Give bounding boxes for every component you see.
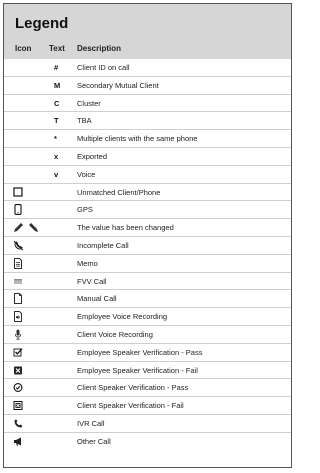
legend-panel: Legend Icon Text Description # Client ID… — [3, 3, 292, 468]
mobile-phone-icon — [13, 204, 37, 216]
row-description: Client ID on call — [77, 63, 130, 72]
row-description: Memo — [77, 258, 98, 268]
legend-row: x Exported — [4, 148, 291, 166]
row-description: Incomplete Call — [77, 240, 129, 250]
legend-row: FVV Call — [4, 273, 291, 291]
check-circle-icon — [13, 382, 37, 393]
row-description: Voice — [77, 169, 96, 179]
legend-row: Other Call — [4, 433, 291, 451]
row-text: T — [54, 116, 59, 126]
legend-row: GPS — [4, 201, 291, 220]
square-outline-icon — [13, 186, 37, 198]
row-description: Client Voice Recording — [77, 329, 153, 339]
legend-rows: # Client ID on call M Secondary Mutual C… — [4, 59, 291, 451]
legend-row: M Secondary Mutual Client — [4, 77, 291, 95]
legend-row: Incomplete Call — [4, 237, 291, 255]
column-header-description: Description — [77, 44, 122, 53]
cancelled-phone-icon — [13, 240, 37, 251]
legend-row: Client Speaker Verification - Fail — [4, 397, 291, 415]
blank-document-icon — [13, 293, 37, 305]
megaphone-icon — [13, 436, 37, 447]
row-description: FVV Call — [77, 276, 107, 286]
fvv-card-icon — [13, 276, 37, 287]
row-description: GPS — [77, 205, 93, 215]
phone-handset-icon — [13, 418, 37, 429]
column-headers: Icon Text Description — [4, 44, 291, 58]
row-text: x — [54, 151, 59, 161]
legend-row: Client Speaker Verification - Pass — [4, 379, 291, 398]
x-box-outline-icon — [13, 400, 37, 411]
pencil-icons — [13, 222, 38, 233]
row-description: TBA — [77, 116, 92, 126]
memo-document-icon — [13, 257, 37, 269]
legend-row: Manual Call — [4, 290, 291, 309]
row-description: Unmatched Client/Phone — [77, 187, 161, 197]
row-description: Employee Speaker Verification - Fail — [77, 365, 198, 375]
legend-row: Unmatched Client/Phone — [4, 184, 291, 202]
row-description: Client Speaker Verification - Fail — [77, 401, 184, 411]
row-description: IVR Call — [77, 418, 105, 428]
legend-row: Employee Speaker Verification - Fail — [4, 362, 291, 380]
row-description: Cluster — [77, 98, 101, 108]
x-box-icon — [13, 365, 37, 376]
column-header-icon: Icon — [15, 44, 32, 53]
row-description: The value has been changed — [77, 223, 174, 233]
legend-row: Client Voice Recording — [4, 326, 291, 344]
row-description: Secondary Mutual Client — [77, 80, 159, 90]
row-text: v — [54, 169, 59, 179]
row-description: Employee Voice Recording — [77, 312, 168, 322]
row-text: # — [54, 63, 59, 72]
row-text: C — [54, 98, 60, 108]
legend-row: Memo — [4, 255, 291, 273]
row-description: Multiple clients with the same phone — [77, 134, 198, 144]
row-text: * — [54, 134, 57, 144]
row-text: M — [54, 80, 61, 90]
row-description: Other Call — [77, 436, 111, 446]
legend-row: * Multiple clients with the same phone — [4, 130, 291, 148]
legend-row: v Voice — [4, 166, 291, 184]
checked-checkbox-icon — [13, 347, 37, 358]
legend-row: C Cluster — [4, 95, 291, 113]
row-description: Client Speaker Verification - Pass — [77, 383, 189, 393]
row-description: Manual Call — [77, 294, 117, 304]
row-description: Exported — [77, 151, 108, 161]
legend-row: The value has been changed — [4, 219, 291, 237]
legend-row: T TBA — [4, 112, 291, 131]
legend-row: Employee Voice Recording — [4, 308, 291, 326]
microphone-icon — [13, 329, 37, 340]
legend-row: # Client ID on call — [4, 59, 291, 77]
column-header-text: Text — [49, 44, 65, 53]
legend-title: Legend — [15, 15, 69, 32]
row-description: Employee Speaker Verification - Pass — [77, 347, 203, 357]
audio-file-icon — [13, 311, 37, 323]
legend-header: Legend Icon Text Description — [4, 4, 291, 59]
legend-row: IVR Call — [4, 415, 291, 433]
legend-row: Employee Speaker Verification - Pass — [4, 344, 291, 362]
